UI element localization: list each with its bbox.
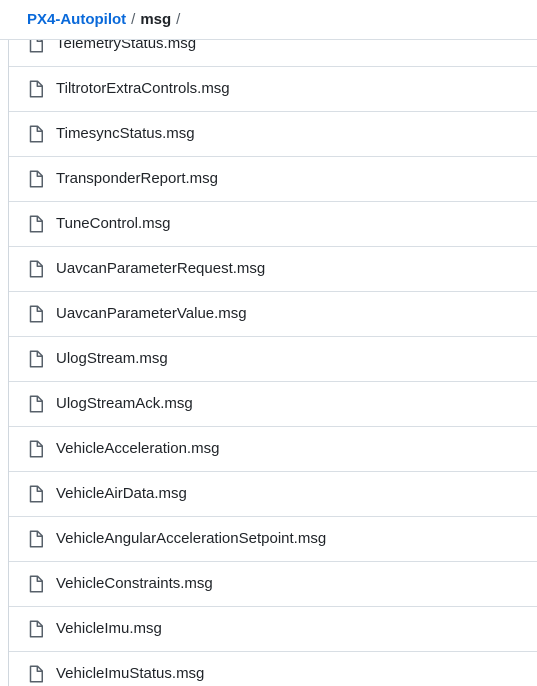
file-icon	[28, 395, 44, 413]
file-name-link[interactable]: TiltrotorExtraControls.msg	[56, 79, 230, 99]
file-name-link[interactable]: UlogStream.msg	[56, 349, 168, 369]
file-name-link[interactable]: VehicleAcceleration.msg	[56, 439, 219, 459]
file-row[interactable]: VehicleAirData.msg	[9, 471, 537, 516]
file-name-link[interactable]: VehicleAngularAccelerationSetpoint.msg	[56, 529, 326, 549]
file-row[interactable]: UavcanParameterRequest.msg	[9, 246, 537, 291]
file-icon	[28, 170, 44, 188]
file-row[interactable]: TuneControl.msg	[9, 201, 537, 246]
breadcrumb: PX4-Autopilot / msg /	[0, 0, 537, 40]
breadcrumb-current-directory: msg	[140, 10, 172, 28]
file-icon	[28, 575, 44, 593]
file-name-link[interactable]: VehicleImuStatus.msg	[56, 664, 204, 684]
file-name-link[interactable]: TuneControl.msg	[56, 214, 171, 234]
file-row[interactable]: TiltrotorExtraControls.msg	[9, 66, 537, 111]
file-name-link[interactable]: TransponderReport.msg	[56, 169, 218, 189]
file-icon	[28, 215, 44, 233]
file-name-link[interactable]: UavcanParameterRequest.msg	[56, 259, 265, 279]
file-row[interactable]: VehicleConstraints.msg	[9, 561, 537, 606]
file-icon	[28, 485, 44, 503]
file-row[interactable]: UlogStreamAck.msg	[9, 381, 537, 426]
file-row[interactable]: TimesyncStatus.msg	[9, 111, 537, 156]
file-list: TelemetryStatus.msg TiltrotorExtraControl…	[8, 21, 537, 686]
file-icon	[28, 260, 44, 278]
file-icon	[28, 665, 44, 683]
file-icon	[28, 530, 44, 548]
file-row[interactable]: TransponderReport.msg	[9, 156, 537, 201]
file-row[interactable]: VehicleAngularAccelerationSetpoint.msg	[9, 516, 537, 561]
file-row[interactable]: UlogStream.msg	[9, 336, 537, 381]
file-icon	[28, 440, 44, 458]
file-icon	[28, 305, 44, 323]
file-browser-page: PX4-Autopilot / msg / TelemetryStatus.ms…	[0, 0, 537, 686]
file-icon	[28, 125, 44, 143]
file-icon	[28, 80, 44, 98]
breadcrumb-separator: /	[131, 10, 136, 28]
file-row[interactable]: VehicleImu.msg	[9, 606, 537, 651]
file-name-link[interactable]: VehicleAirData.msg	[56, 484, 187, 504]
file-name-link[interactable]: TimesyncStatus.msg	[56, 124, 195, 144]
file-name-link[interactable]: VehicleImu.msg	[56, 619, 162, 639]
file-name-link[interactable]: UlogStreamAck.msg	[56, 394, 193, 414]
file-row[interactable]: UavcanParameterValue.msg	[9, 291, 537, 336]
file-name-link[interactable]: VehicleConstraints.msg	[56, 574, 213, 594]
breadcrumb-repo-link[interactable]: PX4-Autopilot	[27, 10, 126, 30]
file-icon	[28, 620, 44, 638]
file-icon	[28, 350, 44, 368]
file-name-link[interactable]: UavcanParameterValue.msg	[56, 304, 247, 324]
breadcrumb-trailing-separator: /	[176, 10, 181, 28]
file-row[interactable]: VehicleImuStatus.msg	[9, 651, 537, 686]
file-row[interactable]: VehicleAcceleration.msg	[9, 426, 537, 471]
